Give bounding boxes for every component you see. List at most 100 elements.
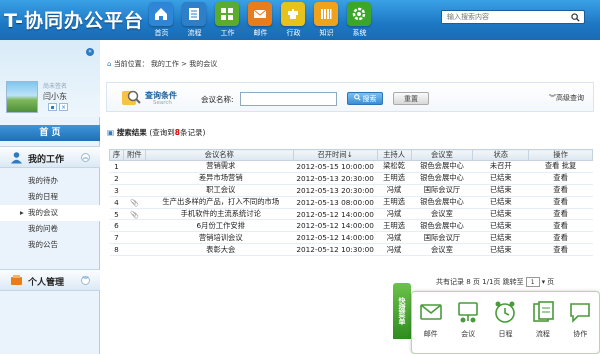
cell-name[interactable]: 差异市场营销 [145, 172, 294, 185]
sidebar-section-personal[interactable]: 个人管理 ︾ [0, 269, 100, 291]
quick-menu-tab[interactable]: 快捷菜单 [393, 283, 411, 339]
lock-icon[interactable]: ▪ [48, 103, 57, 111]
cell-time: 2012-05-12 14:00:00 [293, 208, 378, 221]
nav-system[interactable]: 系统 [343, 0, 376, 40]
table-row[interactable]: 2 差异市场营销 2012-05-13 20:30:00 王明选 银色会展中心 已结束 查看 [109, 172, 593, 185]
magnifier-icon [121, 88, 141, 107]
cell-host: 王明选 [377, 172, 412, 185]
person-icon [10, 151, 23, 164]
mail-icon [417, 298, 445, 326]
chevron-down-icon: ︾ [549, 94, 556, 102]
sidebar-home-tab[interactable]: 首 页 [0, 125, 100, 141]
quick-flow[interactable]: 流程 [527, 298, 559, 353]
cell-attach [123, 231, 146, 245]
cell-ops[interactable]: 查看 [528, 208, 593, 221]
chevron-down-icon[interactable]: ︾ [81, 276, 90, 285]
cell-room: 银色会展中心 [411, 219, 473, 233]
table-header-row: 序 附件 会议名称 召开时间↓ 主持人 会议室 状态 操作 [109, 149, 593, 161]
close-icon[interactable]: × [59, 103, 68, 111]
cell-ops[interactable]: 查看 [528, 231, 593, 245]
quick-schedule[interactable]: 日程 [489, 298, 521, 353]
sidebar-item-meetings[interactable]: ▸ 我的会议 [0, 205, 100, 221]
col-host[interactable]: 主持人 [376, 149, 412, 161]
nav-knowledge[interactable]: 知识 [310, 0, 343, 40]
cell-time: 2012-05-13 08:00:00 [293, 196, 378, 209]
cell-no: 4 [109, 196, 124, 209]
advanced-query-link[interactable]: ︾高级查询 [549, 93, 584, 103]
table-row[interactable]: 6 6月份工作安排 2012-05-12 14:00:00 王明选 银色会展中心 已结束查… [109, 219, 593, 233]
search-input[interactable] [442, 11, 566, 23]
cell-ops[interactable]: 查看 批复 [528, 160, 593, 173]
quick-mail[interactable]: 邮件 [415, 298, 447, 353]
header: T-协同办公平台 首页 流程 工作 邮件 行政 知识 系统 输入搜索内容 [0, 0, 600, 40]
cell-ops[interactable]: 查看 [528, 219, 593, 233]
search-button[interactable]: 搜索 [347, 92, 383, 105]
cell-time: 2012-05-15 10:00:00 [293, 160, 378, 173]
cell-status: 已结束 [472, 196, 529, 209]
chevron-up-icon[interactable]: ︽ [81, 153, 90, 162]
reset-button[interactable]: 重置 [393, 92, 429, 105]
cell-time: 2012-05-12 14:00:00 [293, 219, 378, 233]
nav-flow[interactable]: 流程 [178, 0, 211, 40]
main-nav: 首页 流程 工作 邮件 行政 知识 系统 [145, 0, 376, 40]
table-row[interactable]: 5 📎 手机软件的主流系统讨论 2012-05-12 14:00:00 冯斌 会议室 已结束… [109, 208, 593, 221]
table-row[interactable]: 7 营销培训会议 2012-05-12 14:00:00 冯斌 国际会议厅 已结束 查看 [109, 231, 593, 245]
cell-room: 银色会展中心 [411, 196, 473, 209]
list-icon: ▣ [107, 128, 115, 137]
app-logo: T-协同办公平台 [4, 10, 145, 32]
sidebar-item-survey[interactable]: 我的问卷 [0, 221, 100, 237]
cell-status: 已结束 [472, 208, 529, 221]
search-icon[interactable] [566, 11, 584, 23]
user-signature[interactable]: 尚未签名 [43, 81, 67, 90]
table-row[interactable]: 8 表彰大会 2012-05-12 10:30:00 冯斌 会议室 已结束 查看 [109, 243, 593, 257]
cell-name[interactable]: 手机软件的主流系统讨论 [145, 208, 294, 221]
table-row[interactable]: 4 📎 生产出多样的产品，打入不同的市场 2012-05-13 08:00:00 王明选… [109, 196, 593, 209]
flow-icon [182, 2, 206, 26]
avatar[interactable] [6, 81, 38, 113]
meetings-table: 序 附件 会议名称 召开时间↓ 主持人 会议室 状态 操作 1 营销需求 2012-… [109, 149, 593, 257]
paperclip-icon[interactable]: 📎 [130, 211, 139, 219]
col-time[interactable]: 召开时间↓ [292, 149, 378, 161]
cell-attach [123, 160, 146, 173]
nav-work[interactable]: 工作 [211, 0, 244, 40]
cell-name[interactable]: 营销需求 [145, 160, 294, 173]
cell-name[interactable]: 6月份工作安排 [145, 219, 294, 233]
cell-ops[interactable]: 查看 [528, 184, 593, 197]
cell-ops[interactable]: 查看 [528, 172, 593, 185]
cell-name[interactable]: 职工会议 [145, 184, 294, 197]
col-attach: 附件 [122, 149, 146, 161]
sidebar-item-todo[interactable]: 我的待办 [0, 173, 100, 189]
table-row[interactable]: 3 职工会议 2012-05-13 20:30:00 冯斌 国际会议厅 已结束 查看 [109, 184, 593, 197]
sidebar-item-notice[interactable]: 我的公告 [0, 237, 100, 253]
results-title: ▣ 搜索结果 (查询到8条记录) [107, 128, 206, 137]
cell-no: 7 [109, 231, 124, 245]
submenu-my-work: 我的待办 我的日程 ▸ 我的会议 我的问卷 我的公告 [0, 173, 100, 253]
collapse-icon[interactable]: « [86, 48, 94, 56]
cell-attach [123, 219, 146, 233]
user-panel: « 尚未签名 闫小东 ▪ × [0, 40, 100, 117]
col-name[interactable]: 会议名称 [144, 149, 294, 161]
cell-ops[interactable]: 查看 [528, 243, 593, 257]
col-status[interactable]: 状态 [472, 149, 530, 161]
home-icon [149, 2, 173, 26]
nav-admin[interactable]: 行政 [277, 0, 310, 40]
cell-room: 会议室 [411, 243, 473, 257]
cell-room: 国际会议厅 [411, 231, 473, 245]
quick-collab[interactable]: 协作 [564, 298, 596, 353]
nav-mail[interactable]: 邮件 [244, 0, 277, 40]
quick-meeting[interactable]: 会议 [452, 298, 484, 353]
cell-name[interactable]: 营销培训会议 [145, 231, 294, 245]
nav-home[interactable]: 首页 [145, 0, 178, 40]
cell-name[interactable]: 生产出多样的产品，打入不同的市场 [145, 196, 294, 209]
sidebar-item-schedule[interactable]: 我的日程 [0, 189, 100, 205]
col-room[interactable]: 会议室 [410, 149, 474, 161]
paperclip-icon[interactable]: 📎 [130, 199, 139, 207]
cell-name[interactable]: 表彰大会 [145, 243, 294, 257]
sidebar-section-my-work[interactable]: 我的工作 ︽ [0, 146, 100, 168]
cell-no: 8 [109, 243, 124, 257]
meeting-name-input[interactable] [240, 92, 337, 106]
cell-ops[interactable]: 查看 [528, 196, 593, 209]
arrow-right-icon: ▸ [20, 208, 24, 217]
user-actions: ▪ × [48, 103, 68, 111]
table-row[interactable]: 1 营销需求 2012-05-15 10:00:00 梁松乾 银色会展中心 未召开 查看 批… [109, 160, 593, 173]
